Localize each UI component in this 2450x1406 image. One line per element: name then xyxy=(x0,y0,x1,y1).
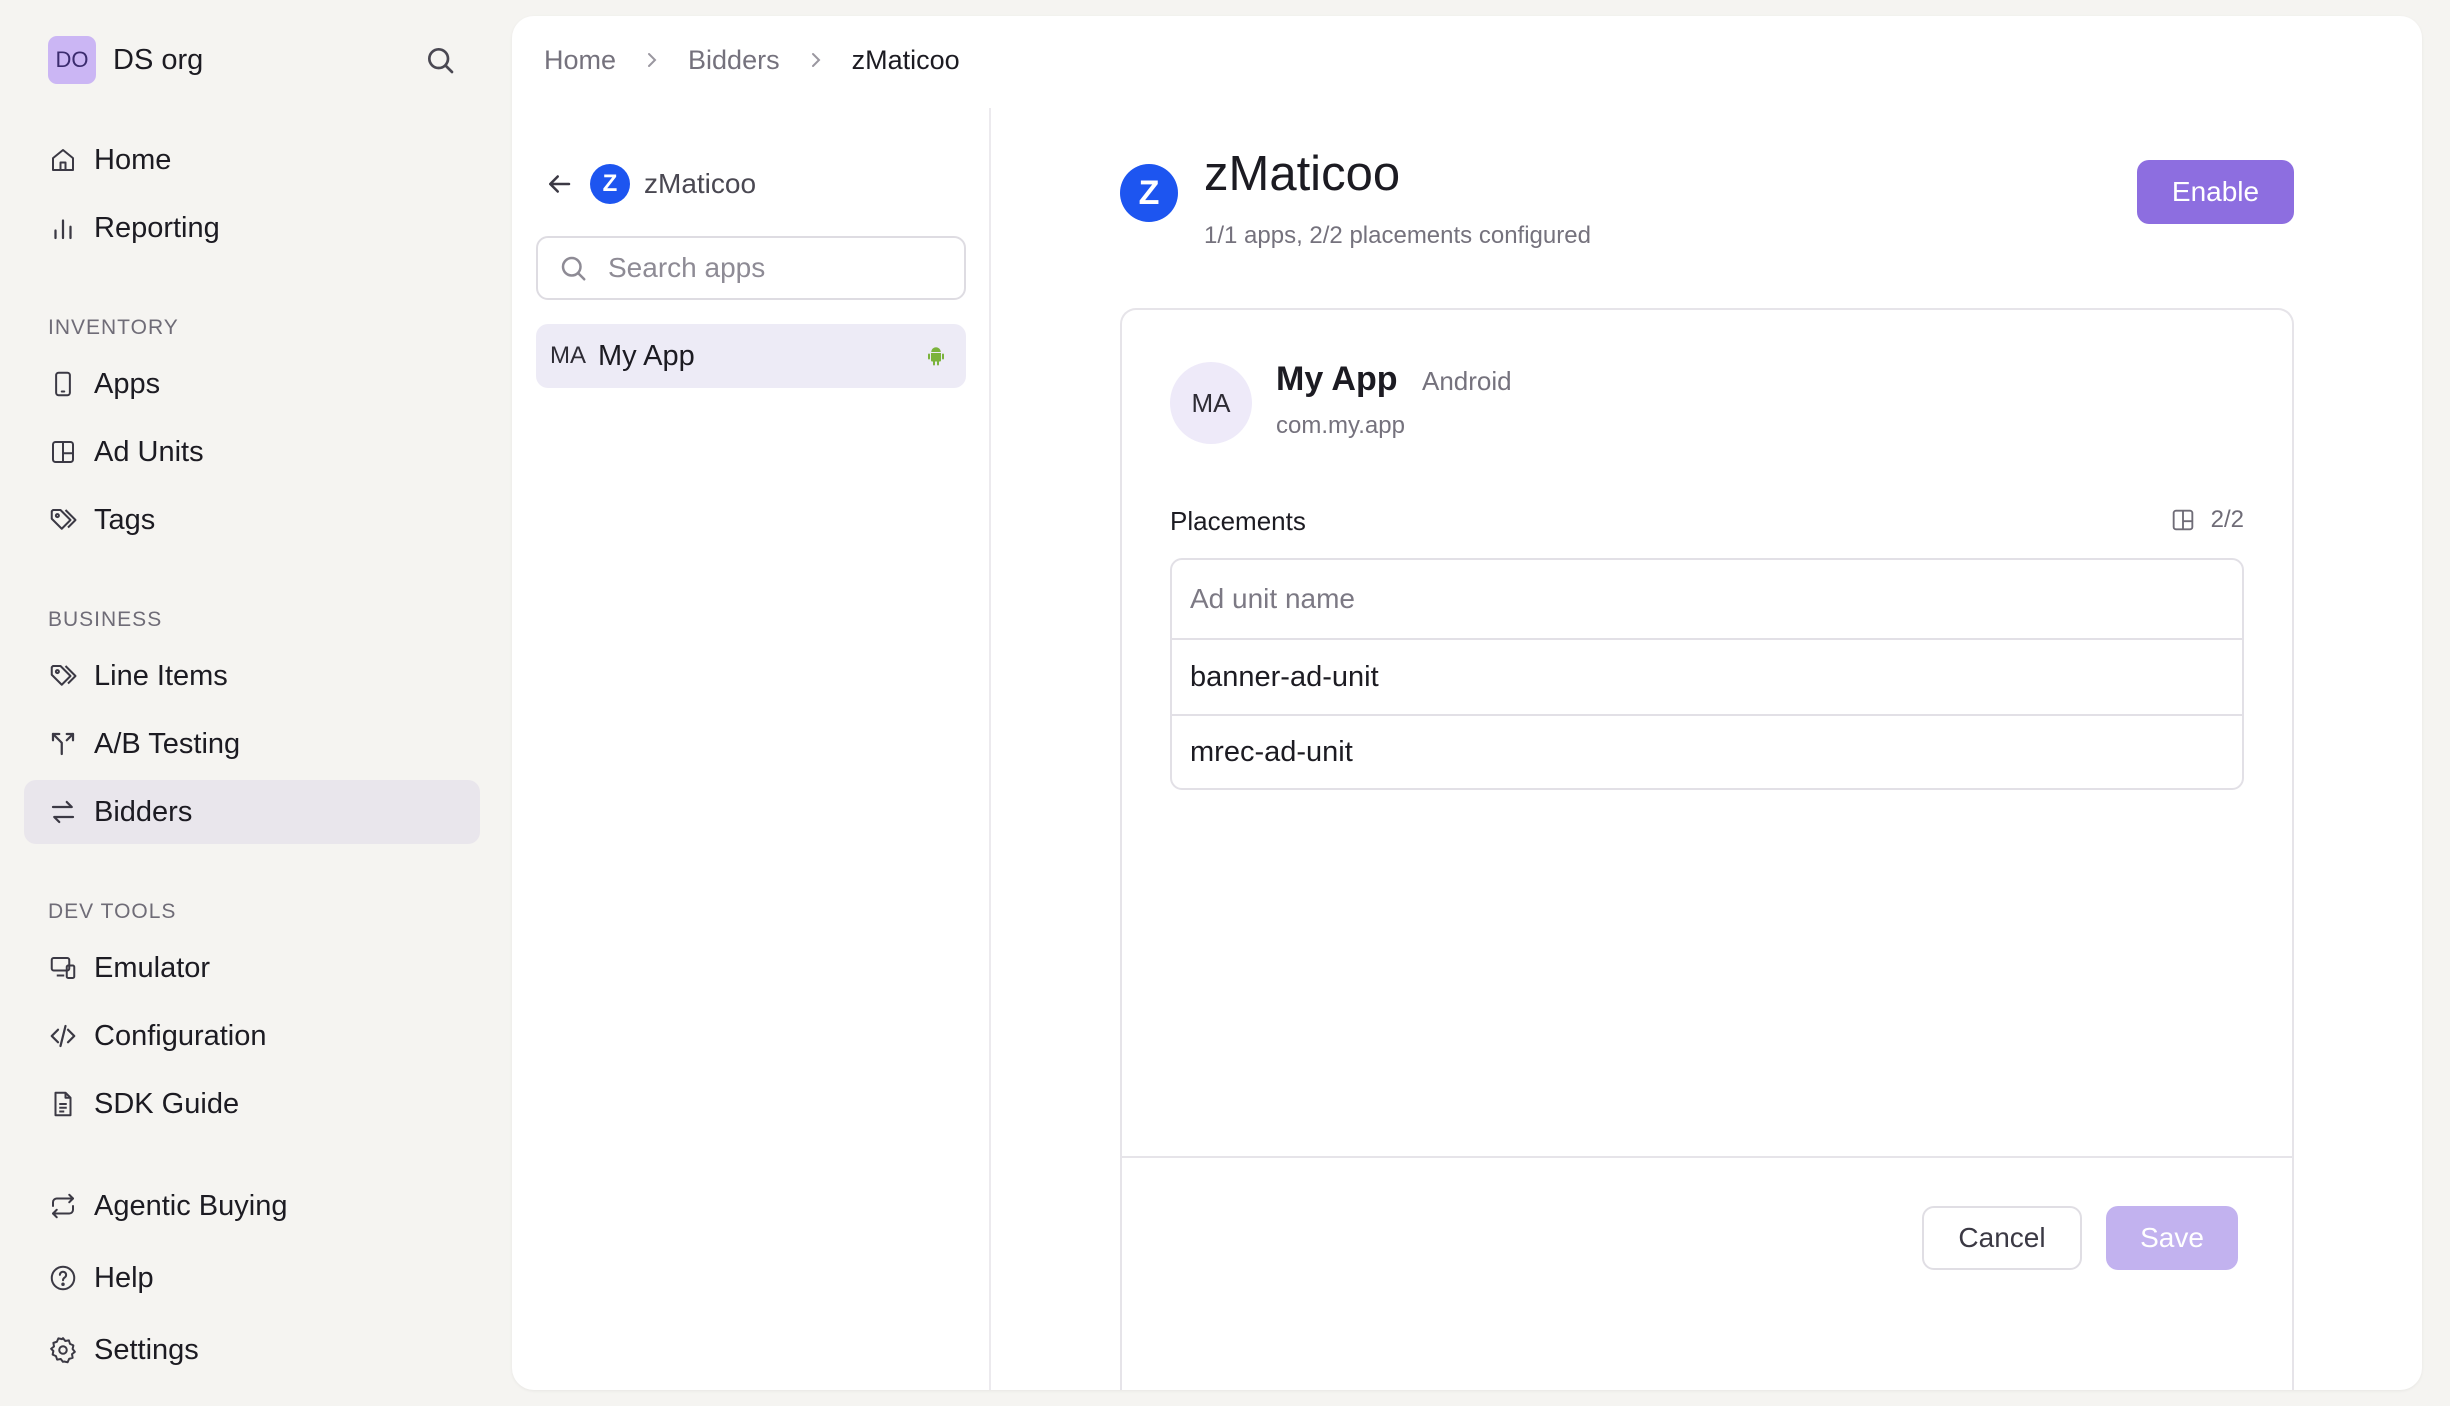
repeat-icon xyxy=(52,1193,74,1219)
code-icon xyxy=(50,1024,76,1048)
breadcrumb-bidders[interactable]: Bidders xyxy=(688,45,780,76)
sidebar-item-reporting[interactable]: Reporting xyxy=(24,196,480,260)
sidebar-item-label: Bidders xyxy=(94,795,193,828)
sidebar-item-label: Help xyxy=(94,1261,154,1294)
chevron-right-icon xyxy=(648,53,657,67)
section-label-dev-tools: DEV TOOLS xyxy=(48,900,177,923)
placements-label: Placements xyxy=(1170,506,1306,536)
app-placements-card: MA My App Android com.my.app Placements … xyxy=(1120,308,2294,1390)
sidebar-item-bidders[interactable]: Bidders xyxy=(24,780,480,844)
placements-count-value: 2/2 xyxy=(2210,506,2244,533)
placements-count: 2/2 xyxy=(2169,506,2244,534)
search-apps-field[interactable] xyxy=(536,236,966,300)
gear-icon xyxy=(50,1337,76,1364)
android-icon xyxy=(928,347,944,366)
breadcrumb: Home Bidders zMaticoo xyxy=(544,40,960,80)
sidebar-item-ab-testing[interactable]: A/B Testing xyxy=(24,712,480,776)
sidebar-item-tags[interactable]: Tags xyxy=(24,488,480,552)
search-icon[interactable] xyxy=(424,44,456,76)
placements-table: Ad unit name banner-ad-unit mrec-ad-unit xyxy=(1170,558,2244,790)
sidebar-item-emulator[interactable]: Emulator xyxy=(24,936,480,1000)
sidebar-item-label: Apps xyxy=(94,367,161,400)
section-label-business: BUSINESS xyxy=(48,608,163,631)
app-bundle-id: com.my.app xyxy=(1276,412,1405,439)
sidebar-item-ad-units[interactable]: Ad Units xyxy=(24,420,480,484)
org-name: DS org xyxy=(113,43,204,76)
app-list-panel: Z zMaticoo MA My App xyxy=(512,108,991,1390)
bidder-logo: Z xyxy=(1120,164,1178,222)
app-platform: Android xyxy=(1422,366,1512,396)
search-apps-input[interactable] xyxy=(608,252,948,284)
page-title: zMaticoo xyxy=(1204,147,1401,201)
section-label-inventory: INVENTORY xyxy=(48,316,179,339)
sidebar-item-configuration[interactable]: Configuration xyxy=(24,1004,480,1068)
table-row[interactable]: mrec-ad-unit xyxy=(1172,714,2242,788)
sidebar-item-label: Settings xyxy=(94,1333,199,1366)
tags-icon xyxy=(50,665,77,686)
enable-button[interactable]: Enable xyxy=(2137,160,2294,224)
sidebar-item-label: Emulator xyxy=(94,951,211,984)
save-button[interactable]: Save xyxy=(2106,1206,2238,1270)
table-header: Ad unit name xyxy=(1172,560,2242,640)
sidebar-item-label: A/B Testing xyxy=(94,727,241,760)
sidebar-item-line-items[interactable]: Line Items xyxy=(24,644,480,708)
bidder-config-summary: 1/1 apps, 2/2 placements configured xyxy=(1204,222,1591,249)
smartphone-icon xyxy=(55,371,71,397)
home-icon xyxy=(52,149,74,171)
cancel-button[interactable]: Cancel xyxy=(1922,1206,2082,1270)
document-icon xyxy=(54,1091,72,1117)
sidebar-item-label: Tags xyxy=(94,503,156,536)
sidebar-item-apps[interactable]: Apps xyxy=(24,352,480,416)
bidder-logo: Z xyxy=(590,164,630,204)
sidebar-item-label: Configuration xyxy=(94,1019,267,1052)
sidebar-item-home[interactable]: Home xyxy=(24,128,480,192)
chevron-right-icon xyxy=(811,53,820,67)
bidder-name: zMaticoo xyxy=(644,168,757,199)
layout-icon xyxy=(2172,509,2193,531)
arrow-left-icon[interactable] xyxy=(544,169,574,199)
sidebar-item-agentic-buying[interactable]: Agentic Buying xyxy=(24,1174,480,1238)
org-avatar: DO xyxy=(48,36,96,84)
split-icon xyxy=(51,732,75,756)
sidebar-item-sdk-guide[interactable]: SDK Guide xyxy=(24,1072,480,1136)
org-switcher[interactable]: DO DS org xyxy=(48,36,203,84)
app-abbr: MA xyxy=(550,342,586,369)
sidebar-item-help[interactable]: Help xyxy=(24,1246,480,1310)
back-to-bidder[interactable]: Z zMaticoo xyxy=(544,164,756,204)
sidebar-item-label: Line Items xyxy=(94,659,228,692)
sidebar-item-label: Ad Units xyxy=(94,435,204,468)
app-list-item[interactable]: MA My App xyxy=(536,324,966,388)
table-row[interactable]: banner-ad-unit xyxy=(1172,640,2242,714)
avatar: MA xyxy=(1170,362,1252,444)
arrows-left-right-icon xyxy=(51,800,75,824)
sidebar: DO DS org Home Reporting INVENTORY Apps … xyxy=(0,0,500,1406)
app-name: My App xyxy=(598,339,695,372)
app-root: DO DS org Home Reporting INVENTORY Apps … xyxy=(0,0,2450,1406)
main-panel: Home Bidders zMaticoo Z zMaticoo MA My A… xyxy=(512,16,2422,1390)
sidebar-item-label: SDK Guide xyxy=(94,1087,240,1120)
app-name: My App xyxy=(1276,360,1398,398)
sidebar-item-settings[interactable]: Settings xyxy=(24,1318,480,1382)
breadcrumb-home[interactable]: Home xyxy=(544,45,616,76)
help-icon xyxy=(50,1265,76,1291)
bar-chart-icon xyxy=(54,219,72,240)
search-icon xyxy=(561,256,586,281)
breadcrumb-current: zMaticoo xyxy=(851,44,960,75)
sidebar-item-label: Home xyxy=(94,143,172,176)
tags-icon xyxy=(50,509,77,530)
devices-icon xyxy=(50,957,76,979)
layout-icon xyxy=(52,441,74,463)
sidebar-item-label: Agentic Buying xyxy=(94,1189,288,1222)
divider xyxy=(1122,1156,2292,1158)
sidebar-item-label: Reporting xyxy=(94,211,220,244)
